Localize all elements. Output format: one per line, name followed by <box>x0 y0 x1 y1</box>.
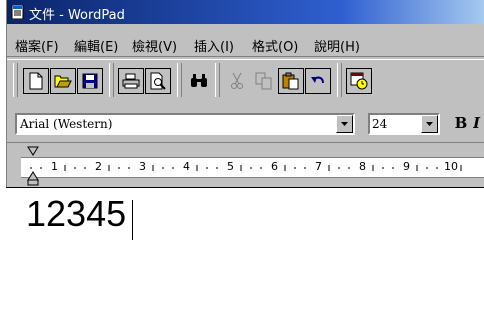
insert-datetime-button[interactable] <box>346 68 372 94</box>
save-button[interactable] <box>77 68 103 94</box>
font-name-dropdown-button[interactable] <box>336 115 353 133</box>
document-editor[interactable]: 12345 <box>6 187 484 319</box>
toolbar-separator <box>109 63 114 97</box>
menu-separator <box>7 56 484 60</box>
standard-toolbar <box>13 63 484 99</box>
chevron-down-icon <box>340 121 348 126</box>
paste-icon <box>282 72 299 90</box>
open-icon <box>54 75 72 88</box>
indent-marker[interactable] <box>27 146 39 186</box>
ruler[interactable]: 1 2 3 4 5 6 7 8 9 10 <box>21 157 484 178</box>
wordpad-app-icon <box>11 5 24 19</box>
save-icon <box>82 73 98 89</box>
italic-button[interactable]: I <box>473 110 484 136</box>
undo-button[interactable] <box>305 68 331 94</box>
chevron-down-icon <box>425 121 433 126</box>
font-size-dropdown-button[interactable] <box>421 115 438 133</box>
bold-button[interactable]: B <box>449 110 473 136</box>
font-name-combobox[interactable]: Arial (Western) <box>15 113 355 135</box>
window-title: 文件 - WordPad <box>29 8 125 23</box>
cut-button[interactable] <box>224 68 250 94</box>
font-size-combobox[interactable]: 24 <box>368 113 440 135</box>
toolbar-separator <box>337 63 342 97</box>
open-button[interactable] <box>50 68 76 94</box>
copy-icon <box>255 72 272 90</box>
find-icon <box>191 74 207 87</box>
format-toolbar: Arial (Western) 24 B I <box>13 107 484 137</box>
toolbar-grip[interactable] <box>13 63 18 97</box>
insert-datetime-icon <box>350 72 368 90</box>
print-preview-icon <box>150 72 166 90</box>
print-icon <box>122 73 140 89</box>
undo-icon <box>311 76 324 84</box>
paste-button[interactable] <box>278 68 304 94</box>
new-icon <box>29 72 43 90</box>
font-size-value: 24 <box>372 117 388 131</box>
menu-file[interactable]: 檔案(F) <box>15 36 59 55</box>
ruler-ticks <box>30 165 462 171</box>
menu-view[interactable]: 檢視(V) <box>132 36 177 55</box>
toolbar-separator <box>215 63 220 97</box>
print-preview-button[interactable] <box>145 68 171 94</box>
new-button[interactable] <box>23 68 49 94</box>
menu-edit[interactable]: 編輯(E) <box>74 36 118 55</box>
menu-bar: 檔案(F) 編輯(E) 檢視(V) 插入(I) 格式(O) 說明(H) <box>7 34 484 55</box>
cut-icon <box>231 72 243 89</box>
menu-format[interactable]: 格式(O) <box>252 36 298 55</box>
title-bar[interactable]: 文件 - WordPad <box>7 0 484 24</box>
copy-button[interactable] <box>251 68 277 94</box>
ruler-area: 1 2 3 4 5 6 7 8 9 10 <box>7 142 484 187</box>
find-button[interactable] <box>186 68 212 94</box>
print-button[interactable] <box>118 68 144 94</box>
font-name-value: Arial (Western) <box>20 117 113 131</box>
menu-help[interactable]: 說明(H) <box>314 36 360 55</box>
document-text[interactable]: 12345 <box>26 191 126 237</box>
text-caret <box>132 200 133 240</box>
menu-insert[interactable]: 插入(I) <box>194 36 234 55</box>
toolbar-separator <box>177 63 182 97</box>
